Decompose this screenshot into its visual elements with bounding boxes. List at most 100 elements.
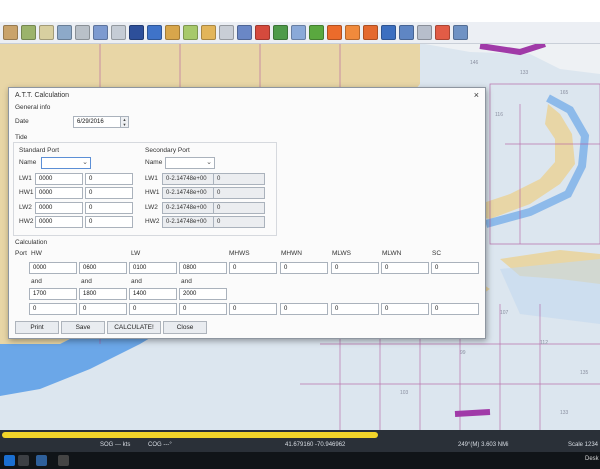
chart-info-icon[interactable]	[417, 25, 432, 40]
track-tool-icon[interactable]	[57, 25, 72, 40]
print-button[interactable]: Print	[15, 321, 59, 334]
globe-icon[interactable]	[273, 25, 288, 40]
sec-lw1-height: 0	[213, 173, 265, 185]
map-icon[interactable]	[453, 25, 468, 40]
cursor-position: 41.679160 -70.946962	[285, 442, 346, 448]
and-label: and	[31, 278, 42, 285]
calc-mlwn[interactable]: 0	[381, 262, 429, 274]
result-field[interactable]: 0	[431, 303, 479, 315]
sec-lw2-time: 0-2.14748e+00	[162, 202, 214, 214]
std-lw2-height[interactable]: 0	[85, 202, 133, 214]
secondary-port-select[interactable]: ⌄	[165, 157, 215, 169]
result-field[interactable]: 0	[381, 303, 429, 315]
std-row-label: LW1	[19, 175, 32, 182]
calc-lw2[interactable]: 0800	[179, 262, 227, 274]
calc-hw1[interactable]: 0000	[29, 262, 77, 274]
zoom-icon[interactable]	[219, 25, 234, 40]
svg-text:103: 103	[400, 390, 409, 396]
result-field[interactable]: 0	[280, 303, 328, 315]
save-button[interactable]: Save	[61, 321, 105, 334]
result-field[interactable]: 0	[331, 303, 379, 315]
compass-icon[interactable]	[381, 25, 396, 40]
chevron-down-icon: ⌄	[82, 159, 88, 166]
desktop-label[interactable]: Desk	[585, 456, 599, 462]
std-hw1-time[interactable]: 0000	[35, 187, 83, 199]
route-tool-icon[interactable]	[21, 25, 36, 40]
tide-heading: Tide	[15, 134, 28, 141]
search-icon[interactable]	[18, 455, 29, 466]
calc-mlws[interactable]: 0	[331, 262, 379, 274]
orange-tool-icon[interactable]	[327, 25, 342, 40]
calculate-button[interactable]: CALCULATE!	[107, 321, 161, 334]
mark-tool-icon[interactable]	[39, 25, 54, 40]
calculation-heading: Calculation	[15, 239, 48, 246]
result-field[interactable]: 0	[229, 303, 277, 315]
standard-port-heading: Standard Port	[19, 147, 60, 154]
date-field[interactable]: 6/29/2016 ▲ ▼	[73, 116, 129, 128]
result-field[interactable]: 0	[79, 303, 127, 315]
col-sc: SC	[432, 250, 442, 257]
folder-icon[interactable]	[129, 25, 144, 40]
std-hw2-height[interactable]: 0	[85, 216, 133, 228]
std-row-label: LW2	[19, 204, 32, 211]
std-lw1-time[interactable]: 0000	[35, 173, 83, 185]
calc-sc[interactable]: 0	[431, 262, 479, 274]
plugin-icon[interactable]	[309, 25, 324, 40]
svg-text:146: 146	[470, 60, 479, 66]
sec-hw2-time: 0-2.14748e+00	[162, 216, 214, 228]
task-app-2-icon[interactable]	[58, 455, 69, 466]
close-icon[interactable]: ×	[474, 90, 479, 100]
and-label: and	[81, 278, 92, 285]
result-field[interactable]: 0	[29, 303, 77, 315]
standard-port-select[interactable]: ⌄	[41, 157, 91, 169]
chevron-down-icon: ⌄	[206, 159, 212, 166]
weather-icon[interactable]	[183, 25, 198, 40]
svg-text:133: 133	[520, 70, 529, 76]
sec-lw2-height: 0	[213, 202, 265, 214]
std-hw1-height[interactable]: 0	[85, 187, 133, 199]
result-field[interactable]: 0	[179, 303, 227, 315]
palette-icon[interactable]	[201, 25, 216, 40]
print-icon[interactable]	[75, 25, 90, 40]
calc-and-hw2[interactable]: 1800	[79, 288, 127, 300]
chart-tool-icon[interactable]	[3, 25, 18, 40]
play-icon[interactable]	[237, 25, 252, 40]
sec-hw1-time: 0-2.14748e+00	[162, 187, 214, 199]
anchor-icon[interactable]	[255, 25, 270, 40]
close-button[interactable]: Close	[163, 321, 207, 334]
task-app-icon[interactable]	[36, 455, 47, 466]
ais-icon[interactable]	[399, 25, 414, 40]
graph-icon[interactable]	[291, 25, 306, 40]
calc-and-lw1[interactable]: 1400	[129, 288, 177, 300]
date-spinner[interactable]: ▲ ▼	[120, 117, 128, 127]
sec-lw1-time: 0-2.14748e+00	[162, 173, 214, 185]
bearing-distance: 249°(M) 3.603 NMi	[458, 442, 509, 448]
sec-row-label: HW1	[145, 189, 160, 196]
svg-text:99: 99	[460, 350, 466, 356]
measure-icon[interactable]	[111, 25, 126, 40]
calc-mhws[interactable]: 0	[229, 262, 277, 274]
secondary-port-heading: Secondary Port	[145, 147, 190, 154]
layers-icon[interactable]	[147, 25, 162, 40]
calc-lw1[interactable]: 0100	[129, 262, 177, 274]
std-lw2-time[interactable]: 0000	[35, 202, 83, 214]
calc-and-lw2[interactable]: 2000	[179, 288, 227, 300]
start-icon[interactable]	[4, 455, 15, 466]
std-hw2-time[interactable]: 0000	[35, 216, 83, 228]
settings-icon[interactable]	[93, 25, 108, 40]
tide-icon[interactable]	[363, 25, 378, 40]
general-info-heading: General info	[15, 104, 51, 111]
svg-text:135: 135	[580, 370, 589, 376]
lifebuoy-icon[interactable]	[435, 25, 450, 40]
svg-text:165: 165	[560, 90, 569, 96]
grib-icon[interactable]	[165, 25, 180, 40]
taskbar: Desk	[0, 452, 600, 469]
calc-and-hw1[interactable]: 1700	[29, 288, 77, 300]
secondary-port-name-label: Name	[145, 159, 163, 166]
std-lw1-height[interactable]: 0	[85, 173, 133, 185]
calc-hw2[interactable]: 0600	[79, 262, 127, 274]
orange-tool-2-icon[interactable]	[345, 25, 360, 40]
result-field[interactable]: 0	[129, 303, 177, 315]
svg-text:133: 133	[560, 410, 569, 416]
calc-mhwn[interactable]: 0	[280, 262, 328, 274]
